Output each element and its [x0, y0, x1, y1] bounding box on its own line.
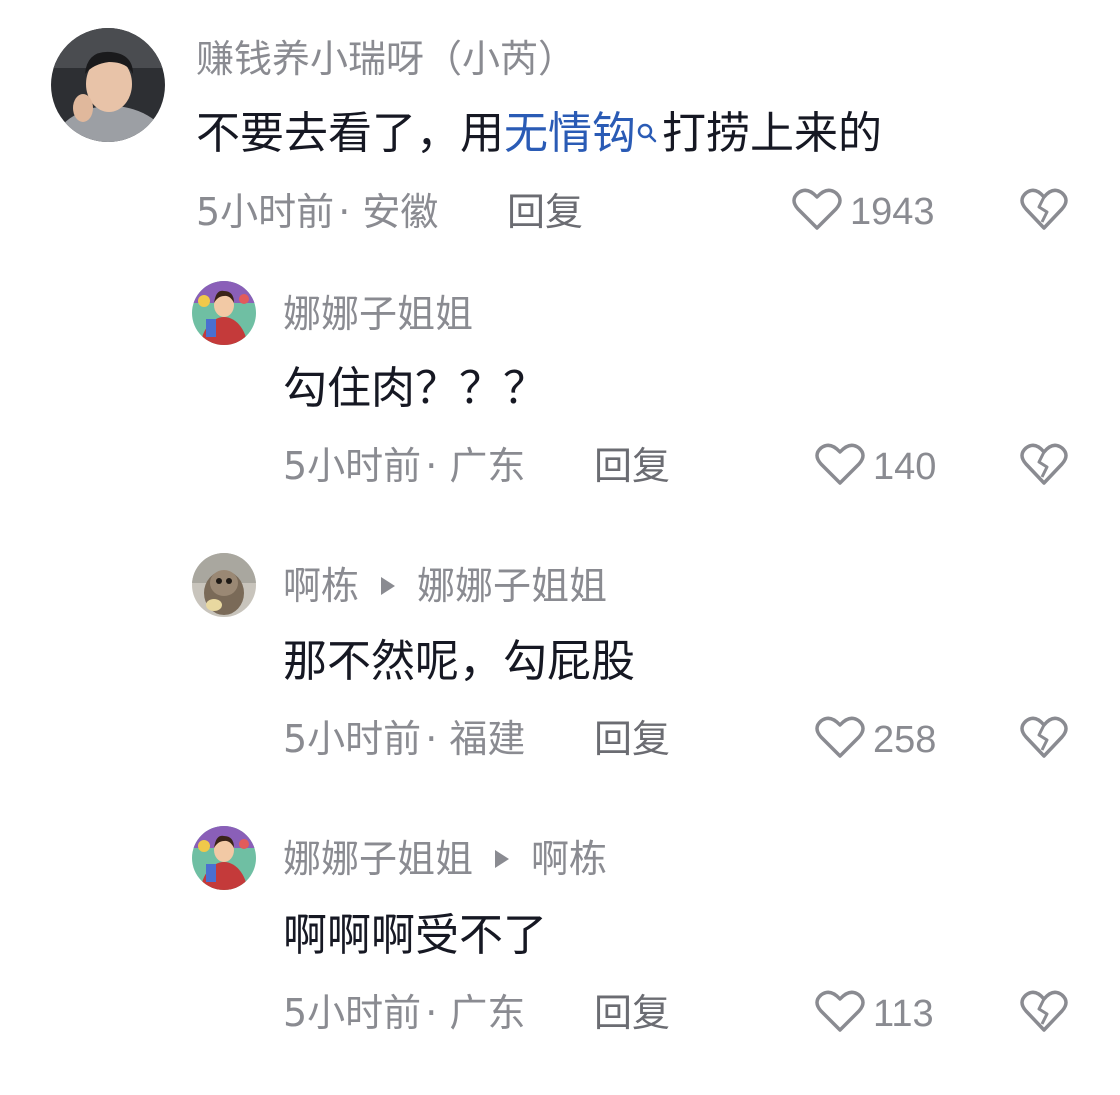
- location: · 广东: [425, 444, 526, 488]
- timestamp: 5小时前: [283, 444, 422, 488]
- broken-heart-icon: [1020, 188, 1068, 236]
- dislike-button[interactable]: [1020, 988, 1068, 1038]
- timestamp: 5小时前: [283, 991, 422, 1035]
- comment-text: 不要去看了，用: [196, 108, 504, 159]
- search-icon: [636, 112, 660, 143]
- dislike-button[interactable]: [1020, 441, 1068, 491]
- username-text: 娜娜子姐姐: [283, 292, 474, 336]
- broken-heart-icon: [1020, 716, 1068, 764]
- like-count: 258: [873, 719, 937, 761]
- search-link[interactable]: 无情钩: [504, 108, 662, 159]
- reply-button[interactable]: 回复: [594, 720, 670, 758]
- timestamp: 5小时前: [196, 190, 335, 234]
- avatar[interactable]: [192, 826, 256, 890]
- reply-to-username[interactable]: 娜娜子姐姐: [417, 567, 607, 605]
- comment-text: 打捞上来的: [662, 108, 882, 159]
- username[interactable]: 赚钱养小瑞呀（小芮）: [196, 40, 576, 78]
- username[interactable]: 娜娜子姐姐: [283, 295, 473, 333]
- username: 啊栋 娜娜子姐姐: [283, 567, 607, 605]
- triangle-right-icon: [381, 577, 396, 595]
- location: · 安徽: [338, 190, 439, 234]
- location: · 广东: [425, 991, 526, 1035]
- like-count: 140: [873, 446, 937, 488]
- reply-button[interactable]: 回复: [594, 994, 670, 1032]
- heart-outline-icon: [815, 441, 865, 493]
- comment-content: 那不然呢，勾屁股: [283, 636, 635, 687]
- reply-to-username[interactable]: 啊栋: [531, 840, 607, 878]
- location: · 福建: [425, 717, 526, 761]
- comment-meta: 5小时前 · 广东: [283, 447, 525, 485]
- triangle-right-icon: [495, 850, 510, 868]
- username: 娜娜子姐姐 啊栋: [283, 840, 607, 878]
- heart-outline-icon: [815, 714, 865, 766]
- reply-button[interactable]: 回复: [594, 447, 670, 485]
- comment-content: 不要去看了，用无情钩 打捞上来的: [196, 112, 882, 156]
- comment-meta: 5小时前 · 福建: [283, 720, 525, 758]
- like-count: 113: [873, 993, 934, 1035]
- broken-heart-icon: [1020, 443, 1068, 491]
- username-text[interactable]: 娜娜子姐姐: [283, 840, 473, 878]
- like-button[interactable]: 113: [815, 988, 934, 1040]
- search-link-text: 无情钩: [504, 108, 636, 159]
- avatar[interactable]: [51, 28, 165, 142]
- like-button[interactable]: 1943: [792, 186, 935, 238]
- comment-content: 啊啊啊受不了: [283, 910, 547, 961]
- timestamp: 5小时前: [283, 717, 422, 761]
- broken-heart-icon: [1020, 990, 1068, 1038]
- like-button[interactable]: 258: [815, 714, 936, 766]
- like-count: 1943: [850, 191, 935, 233]
- heart-outline-icon: [792, 186, 842, 238]
- comment-meta: 5小时前 · 广东: [283, 994, 525, 1032]
- avatar[interactable]: [192, 281, 256, 345]
- like-button[interactable]: 140: [815, 441, 936, 493]
- comment-content: 勾住肉？？？: [283, 363, 547, 414]
- avatar[interactable]: [192, 553, 256, 617]
- reply-button[interactable]: 回复: [507, 193, 583, 231]
- dislike-button[interactable]: [1020, 714, 1068, 764]
- username-text: 赚钱养小瑞呀（小芮）: [196, 37, 577, 81]
- heart-outline-icon: [815, 988, 865, 1040]
- dislike-button[interactable]: [1020, 186, 1068, 236]
- comment-meta: 5小时前 · 安徽: [196, 193, 438, 231]
- username-text[interactable]: 啊栋: [283, 567, 359, 605]
